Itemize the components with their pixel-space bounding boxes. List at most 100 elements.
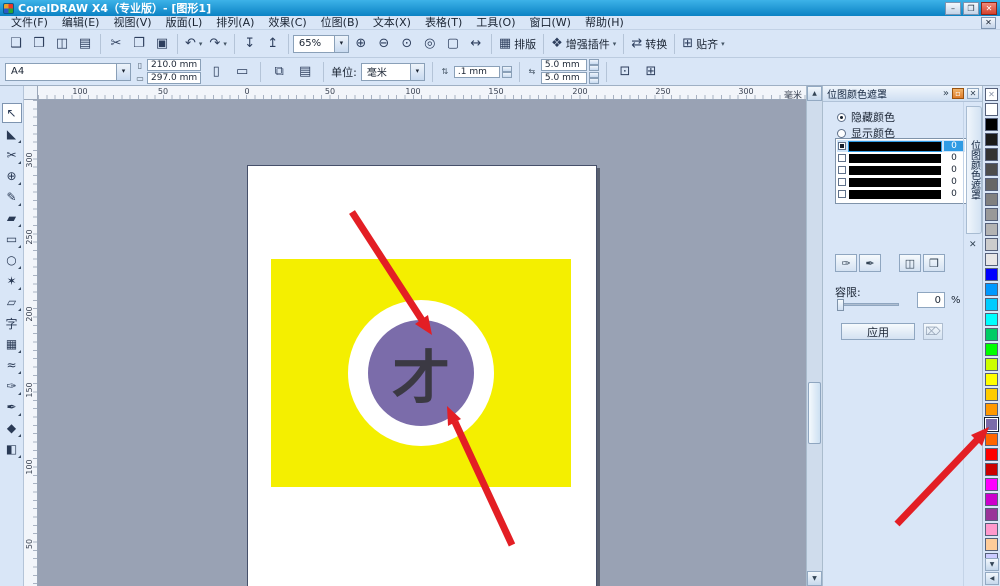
- edit-color-button[interactable]: ✒: [859, 254, 881, 272]
- duplicate-x-field[interactable]: 5.0 mm: [541, 59, 587, 71]
- palette-color-swatch[interactable]: [985, 118, 998, 131]
- palette-color-swatch[interactable]: [985, 103, 998, 116]
- palette-color-swatch[interactable]: [985, 373, 998, 386]
- mask-row[interactable]: 0: [837, 176, 965, 188]
- palette-color-swatch[interactable]: [985, 343, 998, 356]
- zoom-page-button[interactable]: ▢: [442, 33, 464, 55]
- docker-tab[interactable]: 位图颜色遮罩: [966, 106, 982, 234]
- fill-tool[interactable]: ◆: [2, 418, 22, 438]
- mask-row[interactable]: 0: [837, 164, 965, 176]
- polygon-tool[interactable]: ✶: [2, 271, 22, 291]
- shape-tool[interactable]: ◣: [2, 124, 22, 144]
- scroll-down-icon[interactable]: ▼: [807, 571, 822, 586]
- palette-color-swatch[interactable]: [985, 193, 998, 206]
- document-close-button[interactable]: ✕: [981, 17, 996, 29]
- palette-color-swatch[interactable]: [985, 133, 998, 146]
- palette-color-swatch[interactable]: [985, 268, 998, 281]
- options-b-button[interactable]: ⊞: [640, 61, 662, 83]
- zoom-level-combo[interactable]: 65% ▾: [293, 35, 349, 53]
- menu-file[interactable]: 文件(F): [4, 16, 55, 30]
- page[interactable]: 才: [247, 165, 597, 586]
- crop-tool[interactable]: ✂: [2, 145, 22, 165]
- palette-color-swatch[interactable]: [985, 163, 998, 176]
- maximize-button[interactable]: ❐: [963, 2, 979, 15]
- mask-row[interactable]: 0: [837, 140, 965, 152]
- ruler-origin[interactable]: [24, 86, 38, 100]
- plugins-button[interactable]: ❖增强插件▾: [548, 33, 619, 55]
- palette-color-swatch[interactable]: [985, 508, 998, 521]
- palette-color-swatch[interactable]: [985, 358, 998, 371]
- menu-help[interactable]: 帮助(H): [578, 16, 631, 30]
- palette-color-swatch[interactable]: [985, 463, 998, 476]
- mask-row[interactable]: 0: [837, 188, 965, 200]
- interactive-fill-tool[interactable]: ◧: [2, 439, 22, 459]
- zoom-in-button[interactable]: ⊕: [350, 33, 372, 55]
- mask-checkbox[interactable]: [838, 190, 846, 198]
- interactive-blend-tool[interactable]: ≈: [2, 355, 22, 375]
- rectangle-tool[interactable]: ▭: [2, 229, 22, 249]
- save-button[interactable]: ◫: [51, 33, 73, 55]
- docker-tab-close-icon[interactable]: ✕: [969, 240, 977, 250]
- menu-tools[interactable]: 工具(O): [469, 16, 522, 30]
- table-tool[interactable]: ▦: [2, 334, 22, 354]
- delete-mask-button[interactable]: ⌦: [923, 323, 943, 340]
- apply-button[interactable]: 应用: [841, 323, 915, 340]
- zoom-width-button[interactable]: ↔: [465, 33, 487, 55]
- save-mask-button[interactable]: ◫: [899, 254, 921, 272]
- docker-close-button[interactable]: ✕: [967, 88, 979, 99]
- docker-pin-button[interactable]: ▫: [952, 88, 964, 99]
- palette-color-swatch[interactable]: [985, 418, 998, 431]
- menu-arrange[interactable]: 排列(A): [209, 16, 261, 30]
- zoom-combo-arrow-icon[interactable]: ▾: [334, 36, 348, 52]
- hide-colors-option[interactable]: 隐藏颜色: [837, 109, 895, 125]
- units-combo[interactable]: 毫米 ▾: [361, 63, 425, 81]
- palette-flyout-icon[interactable]: ◀: [985, 572, 999, 585]
- duplicate-y-field[interactable]: 5.0 mm: [541, 72, 587, 84]
- palette-color-swatch[interactable]: [985, 448, 998, 461]
- paper-size-combo[interactable]: A4 ▾: [5, 63, 131, 81]
- eyedropper-button[interactable]: ✑: [835, 254, 857, 272]
- menu-edit[interactable]: 编辑(E): [55, 16, 107, 30]
- palette-no-color-swatch[interactable]: ✕: [985, 88, 998, 101]
- docker-flyout-icon[interactable]: »: [943, 88, 949, 99]
- open-mask-button[interactable]: ❒: [923, 254, 945, 272]
- open-button[interactable]: ❒: [28, 33, 50, 55]
- import-button[interactable]: ↧: [239, 33, 261, 55]
- tolerance-field[interactable]: 0: [917, 292, 945, 308]
- drawing-canvas[interactable]: 才: [38, 100, 806, 586]
- mask-row[interactable]: 0: [837, 152, 965, 164]
- paper-width-field[interactable]: 210.0 mm: [147, 59, 201, 71]
- minimize-button[interactable]: –: [945, 2, 961, 15]
- menu-text[interactable]: 文本(X): [366, 16, 418, 30]
- palette-color-swatch[interactable]: [985, 493, 998, 506]
- nudge-spinner[interactable]: [502, 66, 512, 78]
- palette-color-swatch[interactable]: [985, 523, 998, 536]
- palette-color-swatch[interactable]: [985, 253, 998, 266]
- palette-color-swatch[interactable]: [985, 388, 998, 401]
- snap-button[interactable]: ⊞贴齐▾: [679, 33, 727, 55]
- zoom-selection-button[interactable]: ◎: [419, 33, 441, 55]
- paper-height-field[interactable]: 297.0 mm: [147, 72, 201, 84]
- palette-color-swatch[interactable]: [985, 178, 998, 191]
- palette-color-swatch[interactable]: [985, 208, 998, 221]
- menu-window[interactable]: 窗口(W): [523, 16, 578, 30]
- menu-layout[interactable]: 版面(L): [159, 16, 210, 30]
- export-button[interactable]: ↥: [262, 33, 284, 55]
- palette-color-swatch[interactable]: [985, 433, 998, 446]
- palette-color-swatch[interactable]: [985, 148, 998, 161]
- palette-color-swatch[interactable]: [985, 328, 998, 341]
- menu-effects[interactable]: 效果(C): [261, 16, 313, 30]
- nudge-field[interactable]: .1 mm: [454, 66, 500, 78]
- menu-view[interactable]: 视图(V): [106, 16, 158, 30]
- pick-tool[interactable]: ↖: [2, 103, 22, 123]
- zoom-tool[interactable]: ⊕: [2, 166, 22, 186]
- mask-checkbox[interactable]: [838, 166, 846, 174]
- paper-size-arrow-icon[interactable]: ▾: [116, 64, 130, 80]
- new-button[interactable]: ❑: [5, 33, 27, 55]
- mask-checkbox[interactable]: [838, 178, 846, 186]
- paste-button[interactable]: ▣: [151, 33, 173, 55]
- palette-color-swatch[interactable]: [985, 298, 998, 311]
- zoom-out-button[interactable]: ⊖: [373, 33, 395, 55]
- cut-button[interactable]: ✂: [105, 33, 127, 55]
- palette-color-swatch[interactable]: [985, 223, 998, 236]
